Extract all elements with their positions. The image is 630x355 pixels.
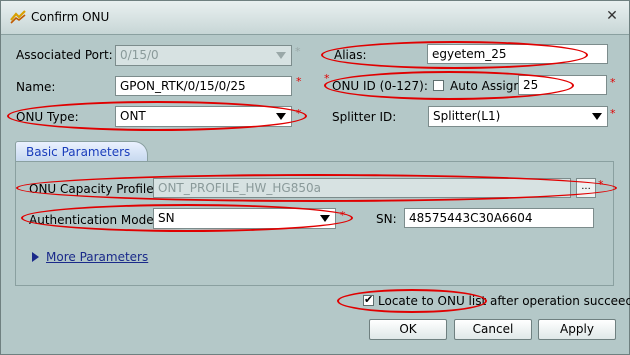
auth-mode-select[interactable]: SN xyxy=(153,208,336,229)
expand-triangle-icon[interactable] xyxy=(32,252,39,262)
required-mark: * xyxy=(296,75,302,88)
required-mark: * xyxy=(340,209,346,222)
name-label: Name: xyxy=(16,80,56,94)
app-icon xyxy=(10,10,26,24)
chevron-down-icon xyxy=(592,113,602,120)
ok-button[interactable]: OK xyxy=(369,319,447,340)
capacity-profile-field[interactable]: ONT_PROFILE_HW_HG850a xyxy=(153,178,571,198)
more-parameters-link[interactable]: More Parameters xyxy=(46,250,148,264)
chevron-down-icon xyxy=(320,215,330,222)
browse-button[interactable]: ... xyxy=(576,178,596,198)
auto-assign-label: Auto Assign xyxy=(450,79,521,93)
onu-type-value: ONT xyxy=(120,109,146,123)
auth-mode-value: SN xyxy=(158,211,175,225)
auto-assign-checkbox[interactable] xyxy=(433,80,444,91)
required-mark: * xyxy=(296,107,302,120)
chevron-down-icon xyxy=(276,52,286,59)
tab-basic-parameters[interactable]: Basic Parameters xyxy=(15,141,148,161)
required-mark: * xyxy=(295,45,301,58)
splitter-id-value: Splitter(L1) xyxy=(433,109,501,123)
required-mark: * xyxy=(598,178,604,191)
chevron-down-icon xyxy=(276,113,286,120)
name-field[interactable]: GPON_RTK/0/15/0/25 xyxy=(115,76,292,96)
alias-field[interactable]: egyetem_25 xyxy=(427,44,608,64)
capacity-profile-label: ONU Capacity Profile: xyxy=(29,182,158,196)
onu-id-field[interactable]: 25 xyxy=(518,75,607,95)
cancel-button[interactable]: Cancel xyxy=(454,319,532,340)
required-mark: * xyxy=(610,76,616,89)
required-mark: * xyxy=(324,72,330,85)
required-mark: * xyxy=(610,107,616,120)
associated-port-value: 0/15/0 xyxy=(120,48,159,62)
splitter-id-select[interactable]: Splitter(L1) xyxy=(428,106,608,127)
auth-mode-label: Authentication Mode: xyxy=(29,213,158,227)
associated-port-select[interactable]: 0/15/0 xyxy=(115,45,292,66)
locate-label: Locate to ONU list after operation succe… xyxy=(378,294,630,308)
associated-port-label: Associated Port: xyxy=(16,48,113,62)
window-title: Confirm ONU xyxy=(31,10,110,24)
onu-type-label: ONU Type: xyxy=(16,110,79,124)
sn-label: SN: xyxy=(376,212,397,226)
confirm-onu-dialog: Confirm ONU ✕ Associated Port: 0/15/0 * … xyxy=(0,0,630,355)
close-icon[interactable]: ✕ xyxy=(605,9,619,23)
splitter-id-label: Splitter ID: xyxy=(332,110,397,124)
onu-type-select[interactable]: ONT xyxy=(115,106,292,127)
sn-field[interactable]: 48575443C30A6604 xyxy=(404,208,594,228)
check-icon: ✔ xyxy=(364,293,374,306)
locate-checkbox[interactable]: ✔ xyxy=(363,293,374,306)
onu-id-label: ONU ID (0-127): xyxy=(332,79,428,93)
apply-button[interactable]: Apply xyxy=(538,319,616,340)
alias-label: Alias: xyxy=(334,48,367,62)
title-bar[interactable]: Confirm ONU ✕ xyxy=(1,1,629,35)
